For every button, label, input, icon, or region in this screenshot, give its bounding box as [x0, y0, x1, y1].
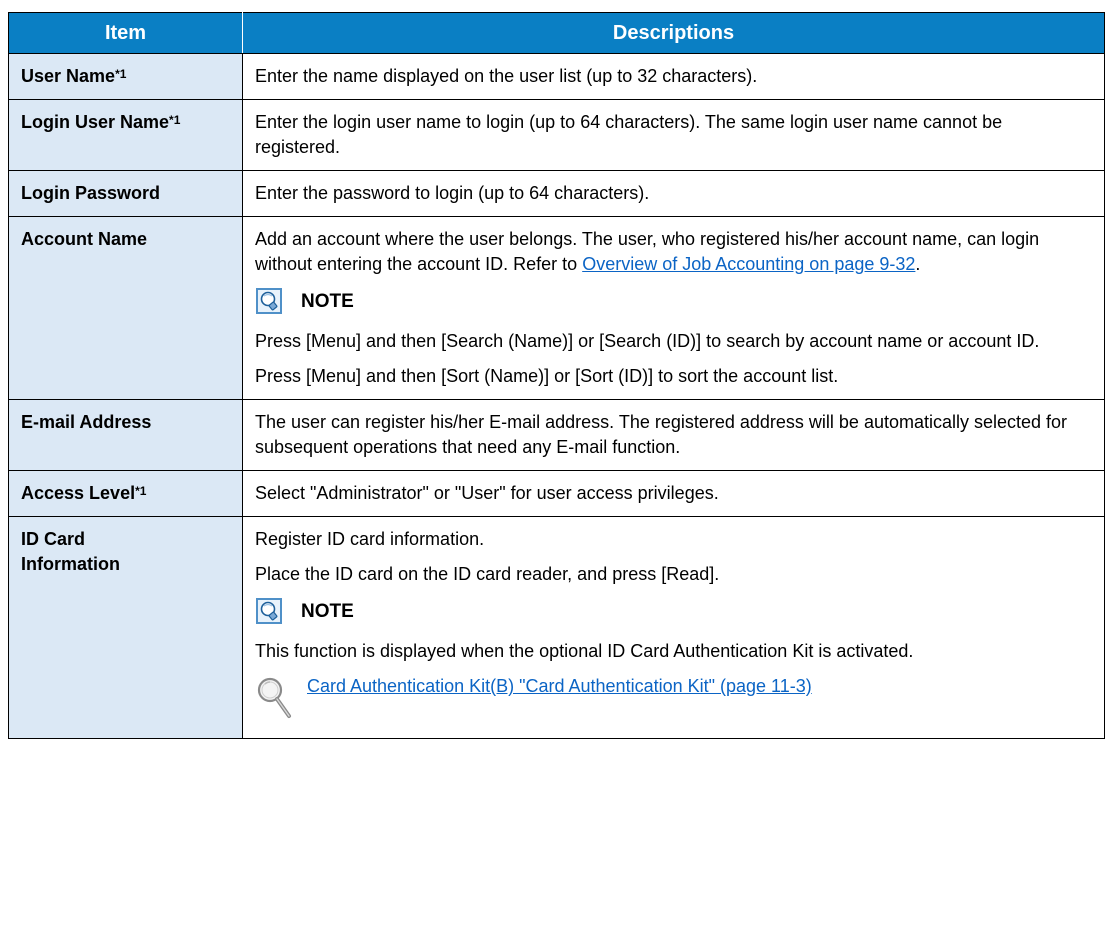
table-row: ID Card Information Register ID card inf…: [8, 516, 1105, 739]
item-cell: Account Name: [8, 216, 243, 400]
item-cell: Login Password: [8, 170, 243, 217]
table-header-row: Item Descriptions: [8, 12, 1105, 54]
description-text: The user can register his/her E-mail add…: [255, 412, 1068, 457]
description-cell: Select "Administrator" or "User" for use…: [242, 470, 1105, 517]
item-cell: Access Level*1: [8, 470, 243, 517]
column-header-item: Item: [8, 12, 243, 54]
note-heading: NOTE: [255, 287, 1092, 315]
description-cell: Enter the password to login (up to 64 ch…: [242, 170, 1105, 217]
cross-reference-link[interactable]: Overview of Job Accounting on page 9-32: [582, 254, 915, 274]
settings-table: Item Descriptions User Name*1 Enter the …: [8, 12, 1105, 739]
description-text: Place the ID card on the ID card reader,…: [255, 564, 720, 584]
table-row: User Name*1 Enter the name displayed on …: [8, 53, 1105, 100]
table-row: Login User Name*1 Enter the login user n…: [8, 99, 1105, 171]
description-text: Enter the login user name to login (up t…: [255, 112, 1003, 157]
description-cell: The user can register his/her E-mail add…: [242, 399, 1105, 471]
note-title: NOTE: [301, 600, 354, 622]
table-row: Login Password Enter the password to log…: [8, 170, 1105, 217]
note-text: Press [Menu] and then [Sort (Name)] or […: [255, 366, 839, 386]
description-cell: Enter the login user name to login (up t…: [242, 99, 1105, 171]
item-label: ID Card Information: [21, 529, 120, 574]
note-heading: NOTE: [255, 597, 1092, 625]
item-label: User Name: [21, 66, 116, 86]
item-label: Access Level: [21, 483, 136, 503]
item-cell: E-mail Address: [8, 399, 243, 471]
description-text: Enter the password to login (up to 64 ch…: [255, 183, 650, 203]
note-title: NOTE: [301, 290, 354, 312]
description-cell: Add an account where the user belongs. T…: [242, 216, 1105, 400]
item-label: E-mail Address: [21, 412, 152, 432]
note-bulb-icon: [256, 598, 282, 624]
description-cell: Register ID card information. Place the …: [242, 516, 1105, 739]
item-label: Login Password: [21, 183, 161, 203]
item-cell: Login User Name*1: [8, 99, 243, 171]
description-text: Add an account where the user belongs. T…: [255, 229, 1040, 274]
description-cell: Enter the name displayed on the user lis…: [242, 53, 1105, 100]
note-text: This function is displayed when the opti…: [255, 641, 914, 661]
reference-link[interactable]: Card Authentication Kit(B) "Card Authent…: [307, 674, 812, 699]
magnifier-icon: [257, 677, 291, 718]
column-header-descriptions: Descriptions: [242, 12, 1105, 54]
description-text: Register ID card information.: [255, 529, 485, 549]
note-text: Press [Menu] and then [Search (Name)] or…: [255, 331, 1040, 351]
table-row: Account Name Add an account where the us…: [8, 216, 1105, 400]
table-row: E-mail Address The user can register his…: [8, 399, 1105, 471]
item-cell: ID Card Information: [8, 516, 243, 739]
description-text: Enter the name displayed on the user lis…: [255, 66, 758, 86]
footnote-mark: *1: [135, 484, 147, 498]
item-label: Login User Name: [21, 112, 170, 132]
footnote-mark: *1: [169, 113, 181, 127]
table-row: Access Level*1 Select "Administrator" or…: [8, 470, 1105, 517]
item-label: Account Name: [21, 229, 148, 249]
footnote-mark: *1: [115, 67, 127, 81]
description-text: Select "Administrator" or "User" for use…: [255, 483, 719, 503]
item-cell: User Name*1: [8, 53, 243, 100]
note-bulb-icon: [256, 288, 282, 314]
reference-line: Card Authentication Kit(B) "Card Authent…: [255, 674, 1092, 728]
